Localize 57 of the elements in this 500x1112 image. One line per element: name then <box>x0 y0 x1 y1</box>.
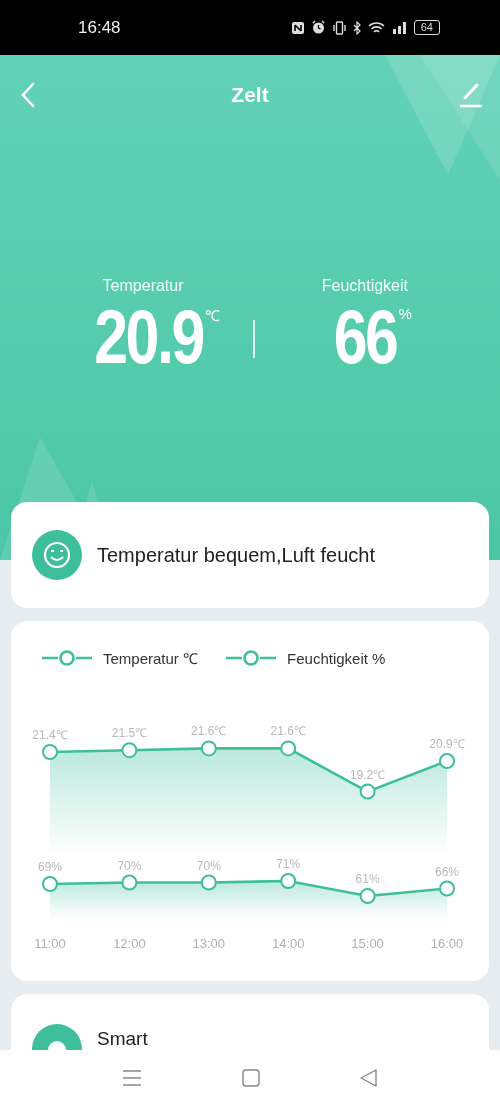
data-point <box>359 888 376 904</box>
data-point <box>200 740 217 757</box>
data-point <box>359 783 376 800</box>
data-label: 71% <box>276 857 301 871</box>
data-label: 20.9℃ <box>429 737 465 751</box>
smart-title: Smart <box>97 1028 148 1050</box>
status-time: 16:48 <box>78 17 121 38</box>
reading-value: 20.9 <box>93 297 203 377</box>
home-icon[interactable] <box>242 1069 260 1087</box>
back-nav-icon[interactable] <box>360 1069 378 1087</box>
data-label: 19.2℃ <box>349 767 386 782</box>
reading-unit: ℃ <box>204 306 220 325</box>
wifi-icon <box>367 20 386 35</box>
data-label: 70% <box>117 858 142 873</box>
reading-label: Feuchtigkeit <box>321 277 408 295</box>
bluetooth-icon <box>352 20 362 35</box>
axis-label: 13:00 <box>192 936 226 951</box>
alarm-icon <box>310 20 326 35</box>
page-title: Zelt <box>231 83 269 107</box>
battery-indicator: 64 <box>413 20 440 35</box>
back-icon[interactable] <box>20 82 36 108</box>
comfort-message: Temperatur bequem,Luft feucht <box>97 543 375 567</box>
signal-icon <box>391 21 408 34</box>
axis-label: 11:00 <box>34 936 66 951</box>
data-point <box>439 880 455 897</box>
legend-label: Feuchtigkeit % <box>287 649 386 667</box>
reading-label: Temperatur <box>102 277 184 295</box>
data-point <box>42 876 58 892</box>
data-label: 69% <box>38 860 62 874</box>
smiley-icon <box>32 530 82 580</box>
axis-label: 14:00 <box>271 936 305 951</box>
legend-label: Temperatur ℃ <box>103 649 199 668</box>
data-point <box>280 873 297 889</box>
data-label: 61% <box>355 872 380 886</box>
legend-line-icon <box>41 650 93 666</box>
vibrate-icon <box>331 20 347 35</box>
data-point <box>121 742 138 759</box>
data-label: 21.5℃ <box>111 726 148 741</box>
data-label: 21.6℃ <box>191 724 227 739</box>
data-point <box>121 874 138 891</box>
data-point <box>280 740 297 757</box>
menu-icon[interactable] <box>122 1069 142 1087</box>
data-label: 66% <box>435 864 459 879</box>
legend-line-icon <box>225 650 278 666</box>
edit-icon[interactable] <box>459 82 483 108</box>
axis-label: 12:00 <box>113 936 146 951</box>
data-label: 21.6℃ <box>270 724 306 739</box>
data-label: 70% <box>196 858 221 873</box>
reading-value: 66 <box>333 297 397 377</box>
axis-label: 15:00 <box>351 936 384 951</box>
reading-unit: % <box>398 305 412 322</box>
data-point <box>200 874 217 891</box>
data-label: 21.4℃ <box>32 728 68 742</box>
data-point <box>42 744 58 760</box>
axis-label: 16:00 <box>430 936 464 951</box>
nfc-icon <box>290 20 305 35</box>
data-point <box>439 753 455 769</box>
